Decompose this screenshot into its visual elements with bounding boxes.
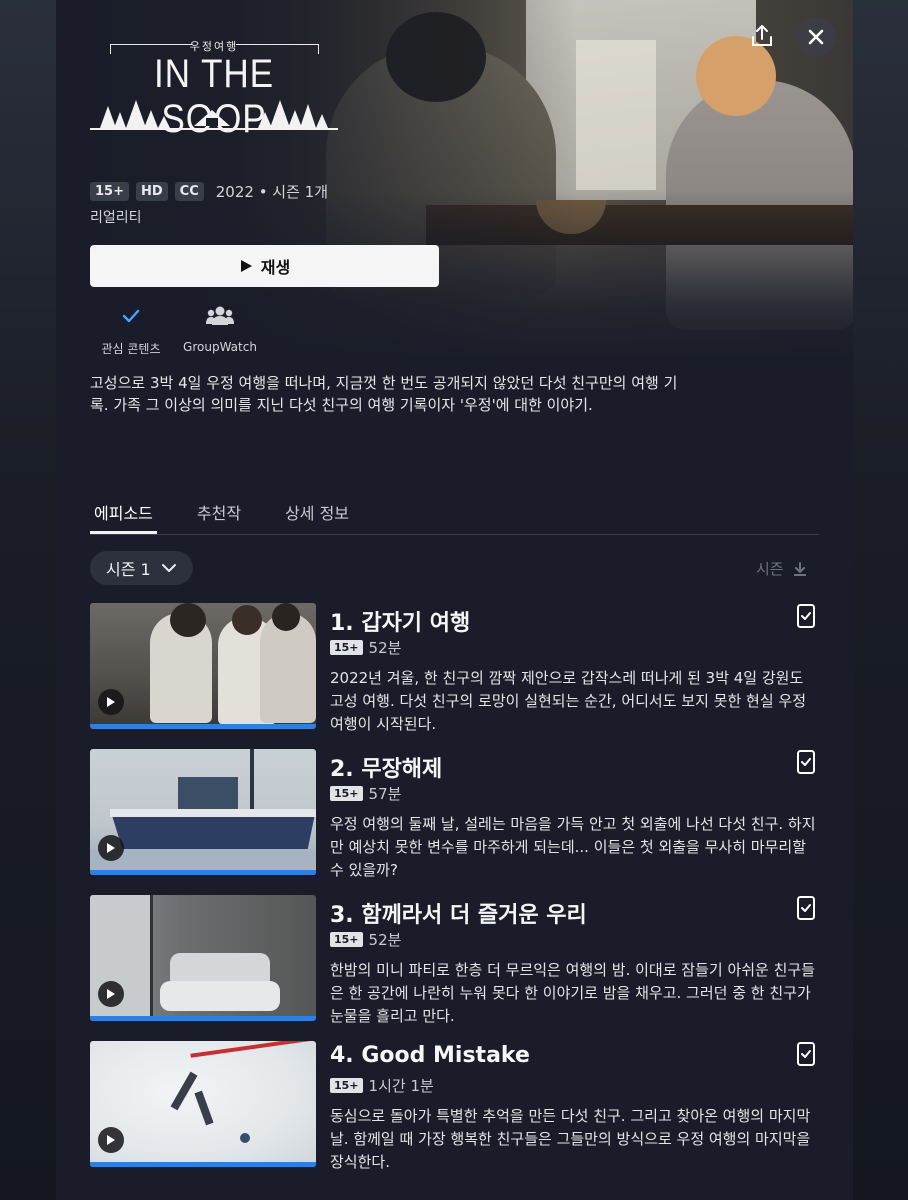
- rating-badge: 15+: [330, 786, 363, 801]
- cc-badge: CC: [174, 182, 204, 201]
- episode-title: 1. 갑자기 여행: [330, 611, 471, 636]
- episode-duration: 1시간 1분: [368, 1077, 434, 1095]
- close-button[interactable]: [796, 17, 836, 57]
- play-button-label: 재생: [260, 260, 291, 277]
- episode-duration: 52분: [368, 639, 402, 657]
- episode-duration: 57분: [368, 785, 402, 803]
- episode-title: 4. Good Mistake: [330, 1043, 530, 1068]
- episode-thumbnail[interactable]: [90, 603, 316, 729]
- share-button[interactable]: [742, 16, 782, 56]
- episode-row[interactable]: 2. 무장해제 15+ 57분 우정 여행의 둘째 날, 설레는 마음을 가득 …: [90, 749, 819, 879]
- episode-thumbnail[interactable]: [90, 1041, 316, 1167]
- downloaded-icon[interactable]: [794, 1041, 818, 1067]
- series-description: 고성으로 3박 4일 우정 여행을 떠나며, 지금껏 한 번도 공개되지 않았던…: [90, 374, 678, 414]
- backdrop-right: [852, 0, 908, 1200]
- meta-row: 15+ HD CC 2022 • 시즌 1개: [90, 181, 328, 202]
- tab-bar: 에피소드 추천작 상세 정보: [90, 500, 819, 535]
- close-icon: [808, 29, 824, 45]
- group-icon: [206, 306, 234, 325]
- rating-badge: 15+: [330, 640, 363, 655]
- forest-icon: [90, 100, 338, 130]
- episode-row[interactable]: 4. Good Mistake 15+ 1시간 1분 동심으로 돌아가 특별한 …: [90, 1041, 819, 1171]
- rating-badge: 15+: [330, 1078, 363, 1093]
- title-logo: 우정여행 IN THE SOOP: [90, 34, 338, 141]
- play-icon: [98, 981, 124, 1007]
- episode-row[interactable]: 3. 함께라서 더 즐거운 우리 15+ 52분 한밤의 미니 파티로 한층 더…: [90, 895, 819, 1025]
- play-icon: [98, 1127, 124, 1153]
- episode-row[interactable]: 1. 갑자기 여행 15+ 52분 2022년 겨울, 한 친구의 깜짝 제안으…: [90, 603, 819, 733]
- download-icon: [793, 561, 806, 576]
- episode-thumbnail[interactable]: [90, 895, 316, 1021]
- tab-episodes[interactable]: 에피소드: [90, 500, 157, 534]
- progress-bar: [90, 870, 316, 875]
- play-button[interactable]: 재생: [90, 245, 439, 287]
- play-icon: [98, 689, 124, 715]
- episode-thumbnail[interactable]: [90, 749, 316, 875]
- season-selector-label: 시즌 1: [106, 560, 151, 579]
- backdrop-left: [0, 0, 56, 1200]
- watchlist-button[interactable]: 관심 콘텐츠: [90, 304, 172, 357]
- progress-bar: [90, 1162, 316, 1167]
- tab-recommended[interactable]: 추천작: [193, 500, 245, 532]
- episode-meta: 15+ 52분: [330, 637, 401, 658]
- progress-bar: [90, 1016, 316, 1021]
- downloaded-icon[interactable]: [794, 603, 818, 629]
- episode-description: 우정 여행의 둘째 날, 설레는 마음을 가득 안고 첫 외출에 나선 다섯 친…: [330, 815, 816, 879]
- episode-meta: 15+ 1시간 1분: [330, 1075, 434, 1096]
- chevron-down-icon: [161, 564, 176, 572]
- groupwatch-label: GroupWatch: [183, 340, 257, 354]
- play-icon: [240, 260, 252, 272]
- episode-description: 동심으로 돌아가 특별한 추억을 만든 다섯 친구. 그리고 찾아온 여행의 마…: [330, 1107, 811, 1171]
- hd-badge: HD: [135, 182, 168, 201]
- rating-badge: 15+: [330, 932, 363, 947]
- episode-description: 2022년 겨울, 한 친구의 깜짝 제안으로 갑작스레 떠나게 된 3박 4일…: [330, 669, 806, 733]
- play-icon: [98, 835, 124, 861]
- episode-title: 3. 함께라서 더 즐거운 우리: [330, 903, 587, 928]
- groupwatch-button[interactable]: GroupWatch: [178, 304, 262, 354]
- season-selector[interactable]: 시즌 1: [90, 551, 193, 585]
- downloaded-icon[interactable]: [794, 895, 818, 921]
- season-download-label: 시즌: [756, 560, 784, 578]
- watchlist-label: 관심 콘텐츠: [101, 342, 161, 356]
- genre-label: 리얼리티: [90, 210, 142, 226]
- episode-description: 한밤의 미니 파티로 한층 더 무르익은 여행의 밤. 이대로 잠들기 아쉬운 …: [330, 961, 816, 1025]
- season-download-button[interactable]: 시즌: [756, 558, 808, 579]
- rating-badge: 15+: [90, 182, 129, 201]
- episode-duration: 52분: [368, 931, 402, 949]
- tab-details[interactable]: 상세 정보: [281, 500, 353, 532]
- share-icon: [752, 25, 772, 46]
- episode-meta: 15+ 57분: [330, 783, 401, 804]
- check-icon: [122, 309, 140, 323]
- year-season-info: 2022 • 시즌 1개: [215, 183, 329, 201]
- detail-panel: 우정여행 IN THE SOOP 15+ HD CC 2022 • 시즌 1개 …: [56, 0, 853, 1200]
- episode-title: 2. 무장해제: [330, 757, 443, 782]
- progress-bar: [90, 724, 316, 729]
- downloaded-icon[interactable]: [794, 749, 818, 775]
- episode-meta: 15+ 52분: [330, 929, 401, 950]
